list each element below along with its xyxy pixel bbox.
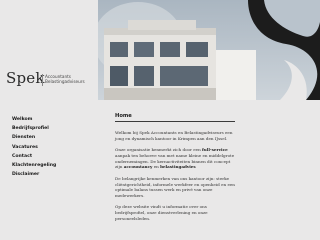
services-text-3: en bbox=[152, 164, 161, 170]
hero-building-photo bbox=[98, 0, 320, 100]
nav-item-klachtenregeling[interactable]: Klachtenregeling bbox=[12, 161, 96, 170]
nav-item-welkom[interactable]: Welkom bbox=[12, 115, 96, 124]
main-navigation: Welkom Bedrijfsprofiel Diensten Vacature… bbox=[12, 115, 96, 179]
logo[interactable]: Spek Accountants Belastingadviseurs bbox=[6, 70, 98, 94]
website-info-paragraph: Op deze website vindt u informatie over … bbox=[115, 204, 208, 222]
page: Spek Accountants Belastingadviseurs Welk… bbox=[0, 0, 320, 240]
hero-image bbox=[98, 0, 320, 100]
page-title: Home bbox=[115, 113, 132, 119]
full-service-highlight: full-service bbox=[202, 147, 228, 153]
belastingadvies-highlight: belastingadvies bbox=[160, 164, 196, 170]
title-divider bbox=[115, 121, 235, 122]
intro-paragraph: Welkom bij Spek Accountants en Belasting… bbox=[115, 130, 233, 141]
left-column: Spek Accountants Belastingadviseurs Welk… bbox=[0, 0, 98, 240]
logo-tagline-line2: Belastingadviseurs bbox=[45, 79, 85, 84]
services-paragraph: Onze organisatie kenmerkt zich door een … bbox=[115, 147, 235, 170]
content-area: Home Welkom bij Spek Accountants en Bela… bbox=[98, 100, 320, 240]
nav-item-bedrijfsprofiel[interactable]: Bedrijfsprofiel bbox=[12, 124, 96, 133]
services-text-1: Onze organisatie kenmerkt zich door een bbox=[115, 147, 203, 153]
content-body: Home Welkom bij Spek Accountants en Bela… bbox=[115, 113, 235, 227]
nav-item-disclaimer[interactable]: Disclaimer bbox=[12, 170, 96, 179]
nav-item-contact[interactable]: Contact bbox=[12, 152, 96, 161]
characteristics-paragraph: De belangrijke kenmerken van ons kantoor… bbox=[115, 175, 235, 199]
nav-item-vacatures[interactable]: Vacatures bbox=[12, 143, 96, 152]
logo-wordmark: Spek bbox=[6, 69, 45, 87]
nav-item-diensten[interactable]: Diensten bbox=[12, 133, 96, 142]
logo-divider bbox=[42, 74, 43, 86]
accountancy-highlight: accountancy bbox=[123, 164, 153, 170]
